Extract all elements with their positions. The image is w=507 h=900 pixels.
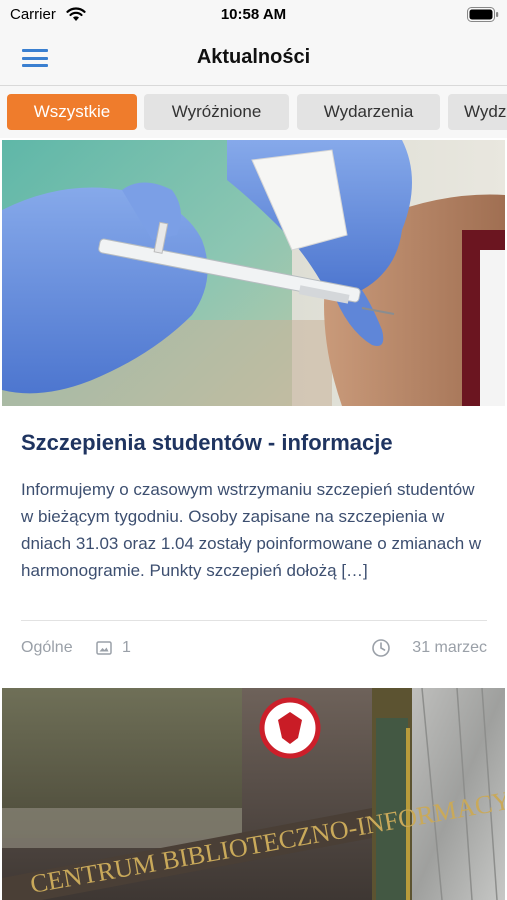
- article-excerpt: Informujemy o czasowym wstrzymaniu szcze…: [21, 480, 482, 580]
- tab-wydzialy[interactable]: Wydz: [448, 94, 507, 130]
- status-bar: Carrier 10:58 AM: [0, 0, 507, 30]
- tab-wydarzenia[interactable]: Wydarzenia: [297, 94, 440, 130]
- page-title: Aktualności: [196, 46, 311, 68]
- article-image[interactable]: CENTRUM BIBLIOTECZNO-INFORMACYJNE: [2, 688, 505, 900]
- tab-wszystkie[interactable]: Wszystkie: [7, 94, 137, 130]
- gallery-icon: [96, 640, 112, 661]
- image-count: 1: [122, 639, 131, 656]
- article-meta: Ogólne 1 31 marzec: [21, 636, 487, 660]
- battery-icon: [467, 7, 499, 27]
- clock-icon: [371, 638, 391, 663]
- category-tabs: Wszystkie Wyróżnione Wydarzenia Wydz: [0, 86, 507, 138]
- article-image[interactable]: [2, 140, 505, 406]
- tab-wyroznione[interactable]: Wyróżnione: [144, 94, 289, 130]
- navigation-bar: Aktualności: [0, 30, 507, 86]
- article-category: Ogólne: [21, 639, 73, 656]
- article-date: 31 marzec: [412, 639, 487, 656]
- card-divider: [21, 620, 487, 621]
- article-title[interactable]: Szczepienia studentów - informacje: [21, 430, 393, 456]
- clock-time: 10:58 AM: [220, 6, 287, 23]
